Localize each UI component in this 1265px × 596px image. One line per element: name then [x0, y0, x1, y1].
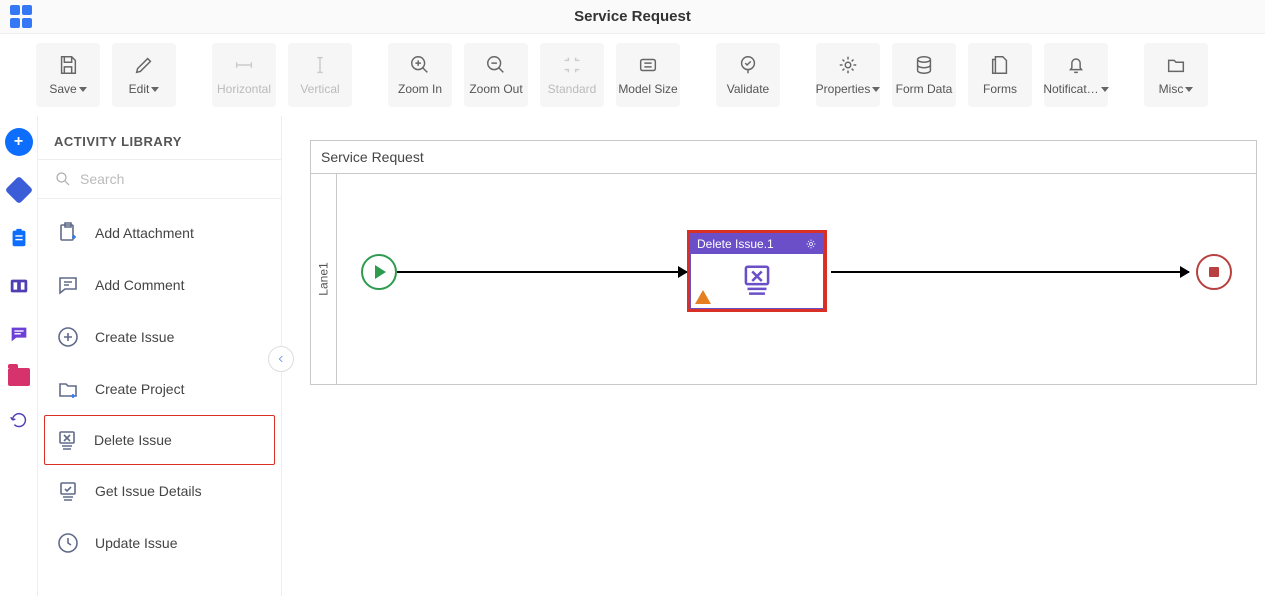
search-input[interactable]: [80, 171, 265, 187]
left-rail: +: [0, 116, 38, 596]
toolbar-label: Zoom Out: [469, 82, 522, 96]
toolbar-label: Form Data: [896, 82, 953, 96]
sequence-flow[interactable]: [831, 271, 1189, 273]
misc-button[interactable]: Misc: [1144, 43, 1208, 107]
columns-icon[interactable]: [5, 272, 33, 300]
library-item-label: Add Comment: [95, 277, 184, 293]
library-item-get-issue-details[interactable]: Get Issue Details: [44, 465, 275, 517]
update-issue-icon: [55, 530, 81, 556]
get-issue-icon: [55, 478, 81, 504]
chevron-down-icon: [1101, 87, 1109, 92]
horizontal-button: Horizontal: [212, 43, 276, 107]
folder-icon[interactable]: [8, 368, 30, 386]
vertical-button: Vertical: [288, 43, 352, 107]
library-item-add-comment[interactable]: Add Comment: [44, 259, 275, 311]
chevron-down-icon: [872, 87, 880, 92]
attachment-icon: [55, 220, 81, 246]
form-data-button[interactable]: Form Data: [892, 43, 956, 107]
toolbar: Save Edit Horizontal Vertical Zoom In Zo…: [0, 34, 1265, 116]
lane-label-container[interactable]: Lane1: [311, 174, 337, 384]
library-item-delete-issue[interactable]: Delete Issue: [44, 415, 275, 465]
model-size-button[interactable]: Model Size: [616, 43, 680, 107]
forms-button[interactable]: Forms: [968, 43, 1032, 107]
toolbar-label: Horizontal: [217, 82, 271, 96]
library-item-create-project[interactable]: Create Project: [44, 363, 275, 415]
task-node-delete-issue[interactable]: Delete Issue.1: [687, 230, 827, 312]
library-item-add-attachment[interactable]: Add Attachment: [44, 207, 275, 259]
zoom-in-button[interactable]: Zoom In: [388, 43, 452, 107]
library-item-label: Get Issue Details: [95, 483, 202, 499]
create-project-icon: [55, 376, 81, 402]
lane-label: Lane1: [317, 262, 331, 295]
chevron-down-icon: [151, 87, 159, 92]
canvas[interactable]: Service Request Lane1 Delete Issue.1: [282, 116, 1265, 596]
library-item-label: Update Issue: [95, 535, 178, 551]
app-logo[interactable]: [10, 5, 34, 29]
toolbar-label: Save: [49, 82, 76, 96]
save-button[interactable]: Save: [36, 43, 100, 107]
create-issue-icon: [55, 324, 81, 350]
lane-body[interactable]: Delete Issue.1: [337, 174, 1256, 384]
edit-button[interactable]: Edit: [112, 43, 176, 107]
zoom-out-button[interactable]: Zoom Out: [464, 43, 528, 107]
library-item-label: Add Attachment: [95, 225, 194, 241]
chevron-down-icon: [1185, 87, 1193, 92]
gear-icon[interactable]: [805, 238, 817, 250]
process-pool[interactable]: Service Request Lane1 Delete Issue.1: [310, 140, 1257, 385]
comment-icon: [55, 272, 81, 298]
library-item-create-issue[interactable]: Create Issue: [44, 311, 275, 363]
workspace: + ACTIVITY LIBRARY Add Attachment: [0, 116, 1265, 596]
warning-icon: [695, 290, 711, 304]
library-item-label: Create Project: [95, 381, 184, 397]
toolbar-label: Model Size: [618, 82, 677, 96]
chat-icon[interactable]: [5, 320, 33, 348]
chevron-left-icon: [276, 354, 286, 364]
toolbar-label: Misc: [1159, 82, 1184, 96]
delete-issue-icon: [738, 262, 776, 300]
search-icon: [54, 170, 72, 188]
library-item-update-issue[interactable]: Update Issue: [44, 517, 275, 569]
page-title: Service Request: [34, 8, 1231, 25]
library-list: Add Attachment Add Comment Create Issue …: [38, 199, 281, 577]
library-search[interactable]: [38, 159, 281, 199]
end-event-node[interactable]: [1196, 254, 1232, 290]
sequence-flow[interactable]: [397, 271, 687, 273]
library-title: ACTIVITY LIBRARY: [38, 134, 281, 159]
notifications-button[interactable]: Notificat…: [1044, 43, 1108, 107]
validate-button[interactable]: Validate: [716, 43, 780, 107]
activity-library-panel: ACTIVITY LIBRARY Add Attachment Add Comm…: [38, 116, 282, 596]
properties-button[interactable]: Properties: [816, 43, 880, 107]
clipboard-icon[interactable]: [5, 224, 33, 252]
toolbar-label: Validate: [727, 82, 769, 96]
add-icon[interactable]: +: [5, 128, 33, 156]
toolbar-label: Zoom In: [398, 82, 442, 96]
activities-icon[interactable]: [5, 176, 33, 204]
swimlane: Lane1 Delete Issue.1: [311, 174, 1256, 384]
refresh-icon[interactable]: [5, 406, 33, 434]
standard-button: Standard: [540, 43, 604, 107]
toolbar-label: Vertical: [300, 82, 339, 96]
library-item-label: Create Issue: [95, 329, 174, 345]
delete-issue-icon: [54, 427, 80, 453]
task-label: Delete Issue.1: [697, 237, 774, 251]
toolbar-label: Properties: [816, 82, 871, 96]
title-bar: Service Request: [0, 0, 1265, 34]
pool-title[interactable]: Service Request: [311, 141, 1256, 174]
toolbar-label: Standard: [548, 82, 597, 96]
toolbar-label: Forms: [983, 82, 1017, 96]
toolbar-label: Notificat…: [1043, 82, 1098, 96]
start-event-node[interactable]: [361, 254, 397, 290]
collapse-panel-button[interactable]: [268, 346, 294, 372]
toolbar-label: Edit: [129, 82, 150, 96]
chevron-down-icon: [79, 87, 87, 92]
library-item-label: Delete Issue: [94, 432, 172, 448]
